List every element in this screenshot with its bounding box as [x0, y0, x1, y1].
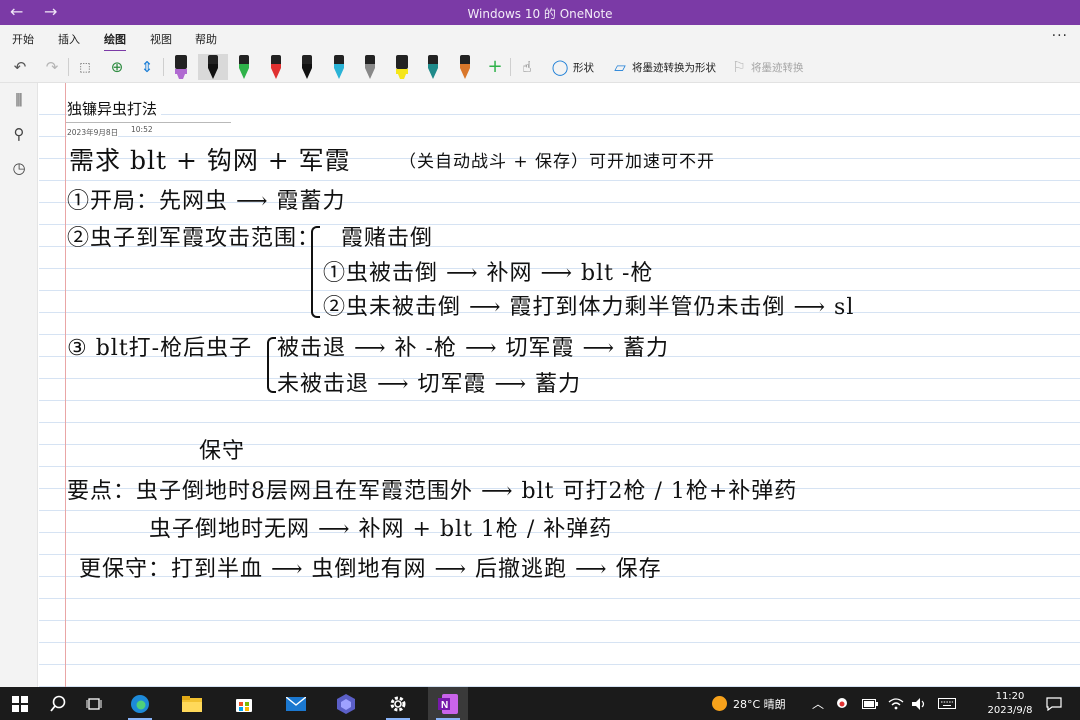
ink-to-shape-button[interactable]: 将墨迹转换为形状 — [632, 60, 716, 75]
toolbar-divider — [68, 58, 69, 76]
sun-icon — [712, 696, 727, 711]
ink-line-settings-note[interactable]: （关自动战斗 + 保存）可开加速可不开 — [399, 147, 715, 172]
ink-line-repelled[interactable]: 被击退 ⟶ 补 -枪 ⟶ 切军霞 ⟶ 蓄力 — [277, 330, 669, 362]
ink-to-shape-icon[interactable]: ▱ — [610, 57, 630, 77]
tab-home[interactable]: 开始 — [12, 31, 34, 47]
tab-insert[interactable]: 插入 — [58, 31, 80, 47]
draw-toolbar: ↶ ↷ ⬚ ⊕ ⇕ + ☝ ◯ 形状 ▱ 将墨迹转换为形状 ⚐ 将墨迹转换 — [0, 51, 1080, 83]
settings-gear-icon[interactable] — [378, 687, 418, 720]
ink-line-key-points[interactable]: 要点：虫子倒地时8层网且在军霞范围外 ⟶ blt 可打2枪 / 1枪+补弹药 — [67, 473, 797, 505]
recent-clock-icon[interactable]: ◷ — [9, 159, 29, 179]
tab-draw[interactable]: 绘图 — [104, 31, 126, 52]
page-title[interactable]: 独镰异虫打法 — [67, 98, 162, 119]
search-icon[interactable]: ⚲ — [9, 125, 29, 145]
windows-taskbar: N 28°C 晴朗 ︿ 11:20 2023/9/8 — [0, 687, 1080, 720]
highlighter-yellow-icon[interactable] — [393, 54, 411, 80]
pen-black-selected-icon[interactable] — [197, 54, 228, 80]
page-time: 10:52 — [131, 125, 153, 134]
ink-line-opening[interactable]: ①开局：先网虫 ⟶ 霞蓄力 — [67, 183, 346, 215]
highlighter-pen-icon[interactable] — [172, 54, 190, 80]
ink-line-requirements[interactable]: 需求 blt + 钩网 + 军霞 — [69, 141, 351, 177]
clock-time: 11:20 — [995, 691, 1025, 702]
pen-red-icon[interactable] — [267, 54, 285, 80]
ink-line-knocked-down[interactable]: ①虫被击倒 ⟶ 补网 ⟶ blt -枪 — [323, 255, 653, 287]
volume-icon[interactable] — [912, 687, 928, 720]
add-pen-icon[interactable]: + — [485, 57, 505, 77]
ink-line-conservative[interactable]: 保守 — [199, 433, 245, 465]
note-page[interactable]: 独镰异虫打法 2023年9月8日 10:52 需求 blt + 钩网 + 军霞 … — [39, 83, 1080, 687]
title-bar: ← → Windows 10 的 OneNote — [0, 0, 1080, 25]
ink-to-text-button[interactable]: 将墨迹转换 — [751, 60, 804, 75]
pen-galaxy-icon[interactable] — [456, 54, 474, 80]
tray-app-icon[interactable] — [835, 687, 849, 720]
toolbar-divider — [510, 58, 511, 76]
chevron-up-icon[interactable]: ︿ — [812, 687, 824, 720]
file-explorer-icon[interactable] — [172, 687, 212, 720]
navigation-rail: ⫼ ⚲ ◷ — [0, 83, 38, 687]
svg-text:N: N — [441, 700, 448, 711]
system-clock[interactable]: 11:20 2023/9/8 — [982, 690, 1038, 718]
microsoft-store-icon[interactable] — [224, 687, 264, 720]
page-margin-line — [65, 83, 66, 687]
pen-black-icon[interactable] — [298, 54, 316, 80]
task-view-icon[interactable] — [74, 687, 114, 720]
redo-icon[interactable]: ↷ — [42, 57, 62, 77]
toolbar-divider — [163, 58, 164, 76]
weather-widget[interactable]: 28°C 晴朗 — [712, 687, 786, 720]
search-icon[interactable] — [38, 687, 78, 720]
add-space-icon[interactable]: ⊕ — [107, 57, 127, 77]
pen-gray-icon[interactable] — [361, 54, 379, 80]
title-underline — [66, 122, 231, 123]
ink-line-after-shot[interactable]: ③ blt打-枪后虫子 — [67, 330, 252, 362]
shapes-button[interactable]: 形状 — [573, 60, 594, 75]
clock-date: 2023/9/8 — [987, 705, 1033, 716]
pen-green-icon[interactable] — [235, 54, 253, 80]
ink-line-not-repelled[interactable]: 未被击退 ⟶ 切军霞 ⟶ 蓄力 — [277, 366, 581, 398]
tab-help[interactable]: 帮助 — [195, 31, 217, 47]
touch-drawing-icon[interactable]: ☝ — [517, 57, 537, 77]
ink-line-bet-knockdown[interactable]: 霞赌击倒 — [341, 220, 433, 252]
start-windows-icon[interactable] — [0, 687, 40, 720]
undo-icon[interactable]: ↶ — [10, 57, 30, 77]
notifications-icon[interactable] — [1046, 687, 1062, 720]
network-wifi-icon[interactable] — [888, 687, 904, 720]
window-title: Windows 10 的 OneNote — [467, 7, 613, 21]
ink-to-text-icon[interactable]: ⚐ — [729, 57, 749, 77]
keyboard-icon[interactable] — [938, 687, 956, 720]
onenote-icon[interactable]: N — [428, 687, 468, 720]
battery-icon[interactable] — [862, 687, 878, 720]
tab-view[interactable]: 视图 — [150, 31, 172, 47]
ink-line-not-knocked-down[interactable]: ②虫未被击倒 ⟶ 霞打到体力剩半管仍未击倒 ⟶ sl — [323, 289, 854, 321]
ink-line-in-range[interactable]: ②虫子到军霞攻击范围： — [67, 220, 320, 252]
ink-brace — [267, 337, 276, 393]
ink-line-more-conservative[interactable]: 更保守：打到半血 ⟶ 虫倒地有网 ⟶ 后撤逃跑 ⟶ 保存 — [79, 551, 662, 583]
more-options-icon[interactable]: ··· — [1052, 28, 1068, 44]
edge-browser-icon[interactable] — [120, 687, 160, 720]
ink-brace — [311, 226, 320, 318]
pen-teal-icon[interactable] — [424, 54, 442, 80]
ink-line-no-net[interactable]: 虫子倒地时无网 ⟶ 补网 + blt 1枪 / 补弹药 — [149, 511, 612, 543]
notebooks-icon[interactable]: ⫼ — [9, 91, 29, 111]
page-date: 2023年9月8日 — [67, 127, 119, 138]
lasso-select-icon[interactable]: ⬚ — [75, 57, 95, 77]
insert-space-icon[interactable]: ⇕ — [137, 57, 157, 77]
pen-cyan-icon[interactable] — [330, 54, 348, 80]
shapes-icon[interactable]: ◯ — [550, 57, 570, 77]
weather-text: 28°C 晴朗 — [733, 697, 786, 711]
ribbon-tabs: 开始 插入 绘图 视图 帮助 ··· — [0, 25, 1080, 52]
app-hexagon-icon[interactable] — [326, 687, 366, 720]
mail-icon[interactable] — [276, 687, 316, 720]
